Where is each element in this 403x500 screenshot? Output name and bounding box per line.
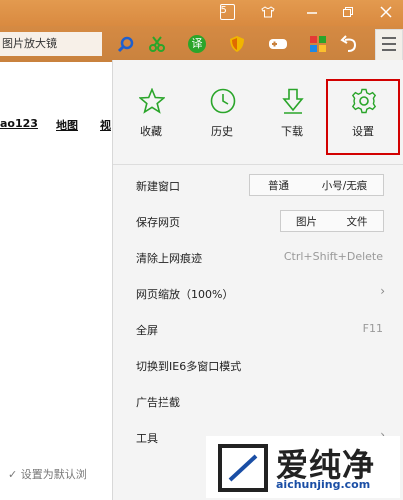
skin-icon[interactable] [259, 3, 277, 21]
minimize-icon[interactable] [303, 3, 321, 21]
downloads-button[interactable]: 下载 [261, 60, 323, 156]
page-link-video[interactable]: 视 [100, 117, 111, 133]
tab-count-text: 5 [219, 4, 235, 20]
menu-button[interactable] [375, 29, 403, 60]
settings-highlight-frame [326, 79, 400, 155]
translate-badge: 译 [191, 37, 203, 50]
star-icon [139, 88, 165, 114]
history-label: 历史 [211, 125, 233, 138]
clear-traces-shortcut: Ctrl+Shift+Delete [283, 250, 383, 263]
zoom-label: 网页缩放（100%） [136, 288, 234, 301]
new-window-row: 新建窗口 普通 小号/无痕 [113, 170, 403, 200]
scissors-icon[interactable] [148, 35, 166, 53]
page-content: ao123 地图 视 [0, 62, 112, 500]
title-bar: 5 [0, 0, 403, 26]
gamepad-icon[interactable] [268, 35, 287, 53]
new-window-normal-button[interactable]: 普通 [249, 174, 308, 196]
new-window-label: 新建窗口 [136, 180, 180, 193]
watermark-logo-icon [218, 444, 268, 492]
ie6-mode-label: 切换到IE6多窗口模式 [136, 360, 242, 373]
apps-icon[interactable] [309, 35, 327, 53]
toolbar: 图片放大镜 译 [0, 26, 403, 62]
ad-block-label: 广告拦截 [136, 396, 180, 409]
page-link-map[interactable]: 地图 [56, 117, 78, 133]
close-icon[interactable] [377, 3, 395, 21]
fullscreen-shortcut: F11 [362, 322, 383, 335]
tools-label: 工具 [136, 432, 158, 445]
favorites-label: 收藏 [140, 125, 162, 138]
fullscreen-label: 全屏 [136, 324, 158, 337]
set-default-item[interactable]: ✓ 设置为默认浏 [8, 466, 87, 482]
save-as-image-button[interactable]: 图片 [280, 210, 333, 232]
chevron-right-icon: › [380, 284, 385, 298]
divider [113, 164, 403, 165]
page-link-hao123[interactable]: ao123 [0, 117, 38, 130]
save-page-row: 保存网页 图片 文件 [113, 206, 403, 236]
downloads-label: 下载 [281, 125, 303, 138]
clear-traces-label: 清除上网痕迹 [136, 252, 202, 265]
address-bar[interactable]: 图片放大镜 [0, 32, 102, 56]
favorites-button[interactable]: 收藏 [120, 60, 182, 156]
save-page-label: 保存网页 [136, 216, 180, 229]
fullscreen-item[interactable]: 全屏 F11 [113, 314, 403, 344]
save-as-file-button[interactable]: 文件 [331, 210, 384, 232]
shield-icon[interactable] [228, 35, 246, 53]
address-text: 图片放大镜 [2, 37, 57, 50]
menu-icon [382, 37, 396, 55]
watermark: 爱纯净 aichunjing.com [206, 436, 400, 498]
translate-icon[interactable]: 译 [188, 35, 206, 53]
download-icon [282, 88, 304, 114]
browser-menu: 收藏 历史 下载 设置 新建窗口 普通 小号/无痕 保存网页 图片 文件 清除上… [112, 60, 403, 500]
new-window-incognito-button[interactable]: 小号/无痕 [306, 174, 384, 196]
tab-count-badge[interactable]: 5 [218, 3, 236, 21]
clock-icon [210, 88, 236, 114]
zoom-item[interactable]: 网页缩放（100%） › [113, 278, 403, 308]
restore-icon[interactable] [339, 3, 357, 21]
ie6-mode-item[interactable]: 切换到IE6多窗口模式 [113, 350, 403, 380]
search-icon[interactable] [117, 35, 135, 53]
watermark-url: aichunjing.com [276, 478, 371, 491]
undo-icon[interactable] [340, 35, 358, 53]
ad-block-item[interactable]: 广告拦截 [113, 386, 403, 416]
history-button[interactable]: 历史 [191, 60, 253, 156]
clear-traces-item[interactable]: 清除上网痕迹 Ctrl+Shift+Delete [113, 242, 403, 272]
